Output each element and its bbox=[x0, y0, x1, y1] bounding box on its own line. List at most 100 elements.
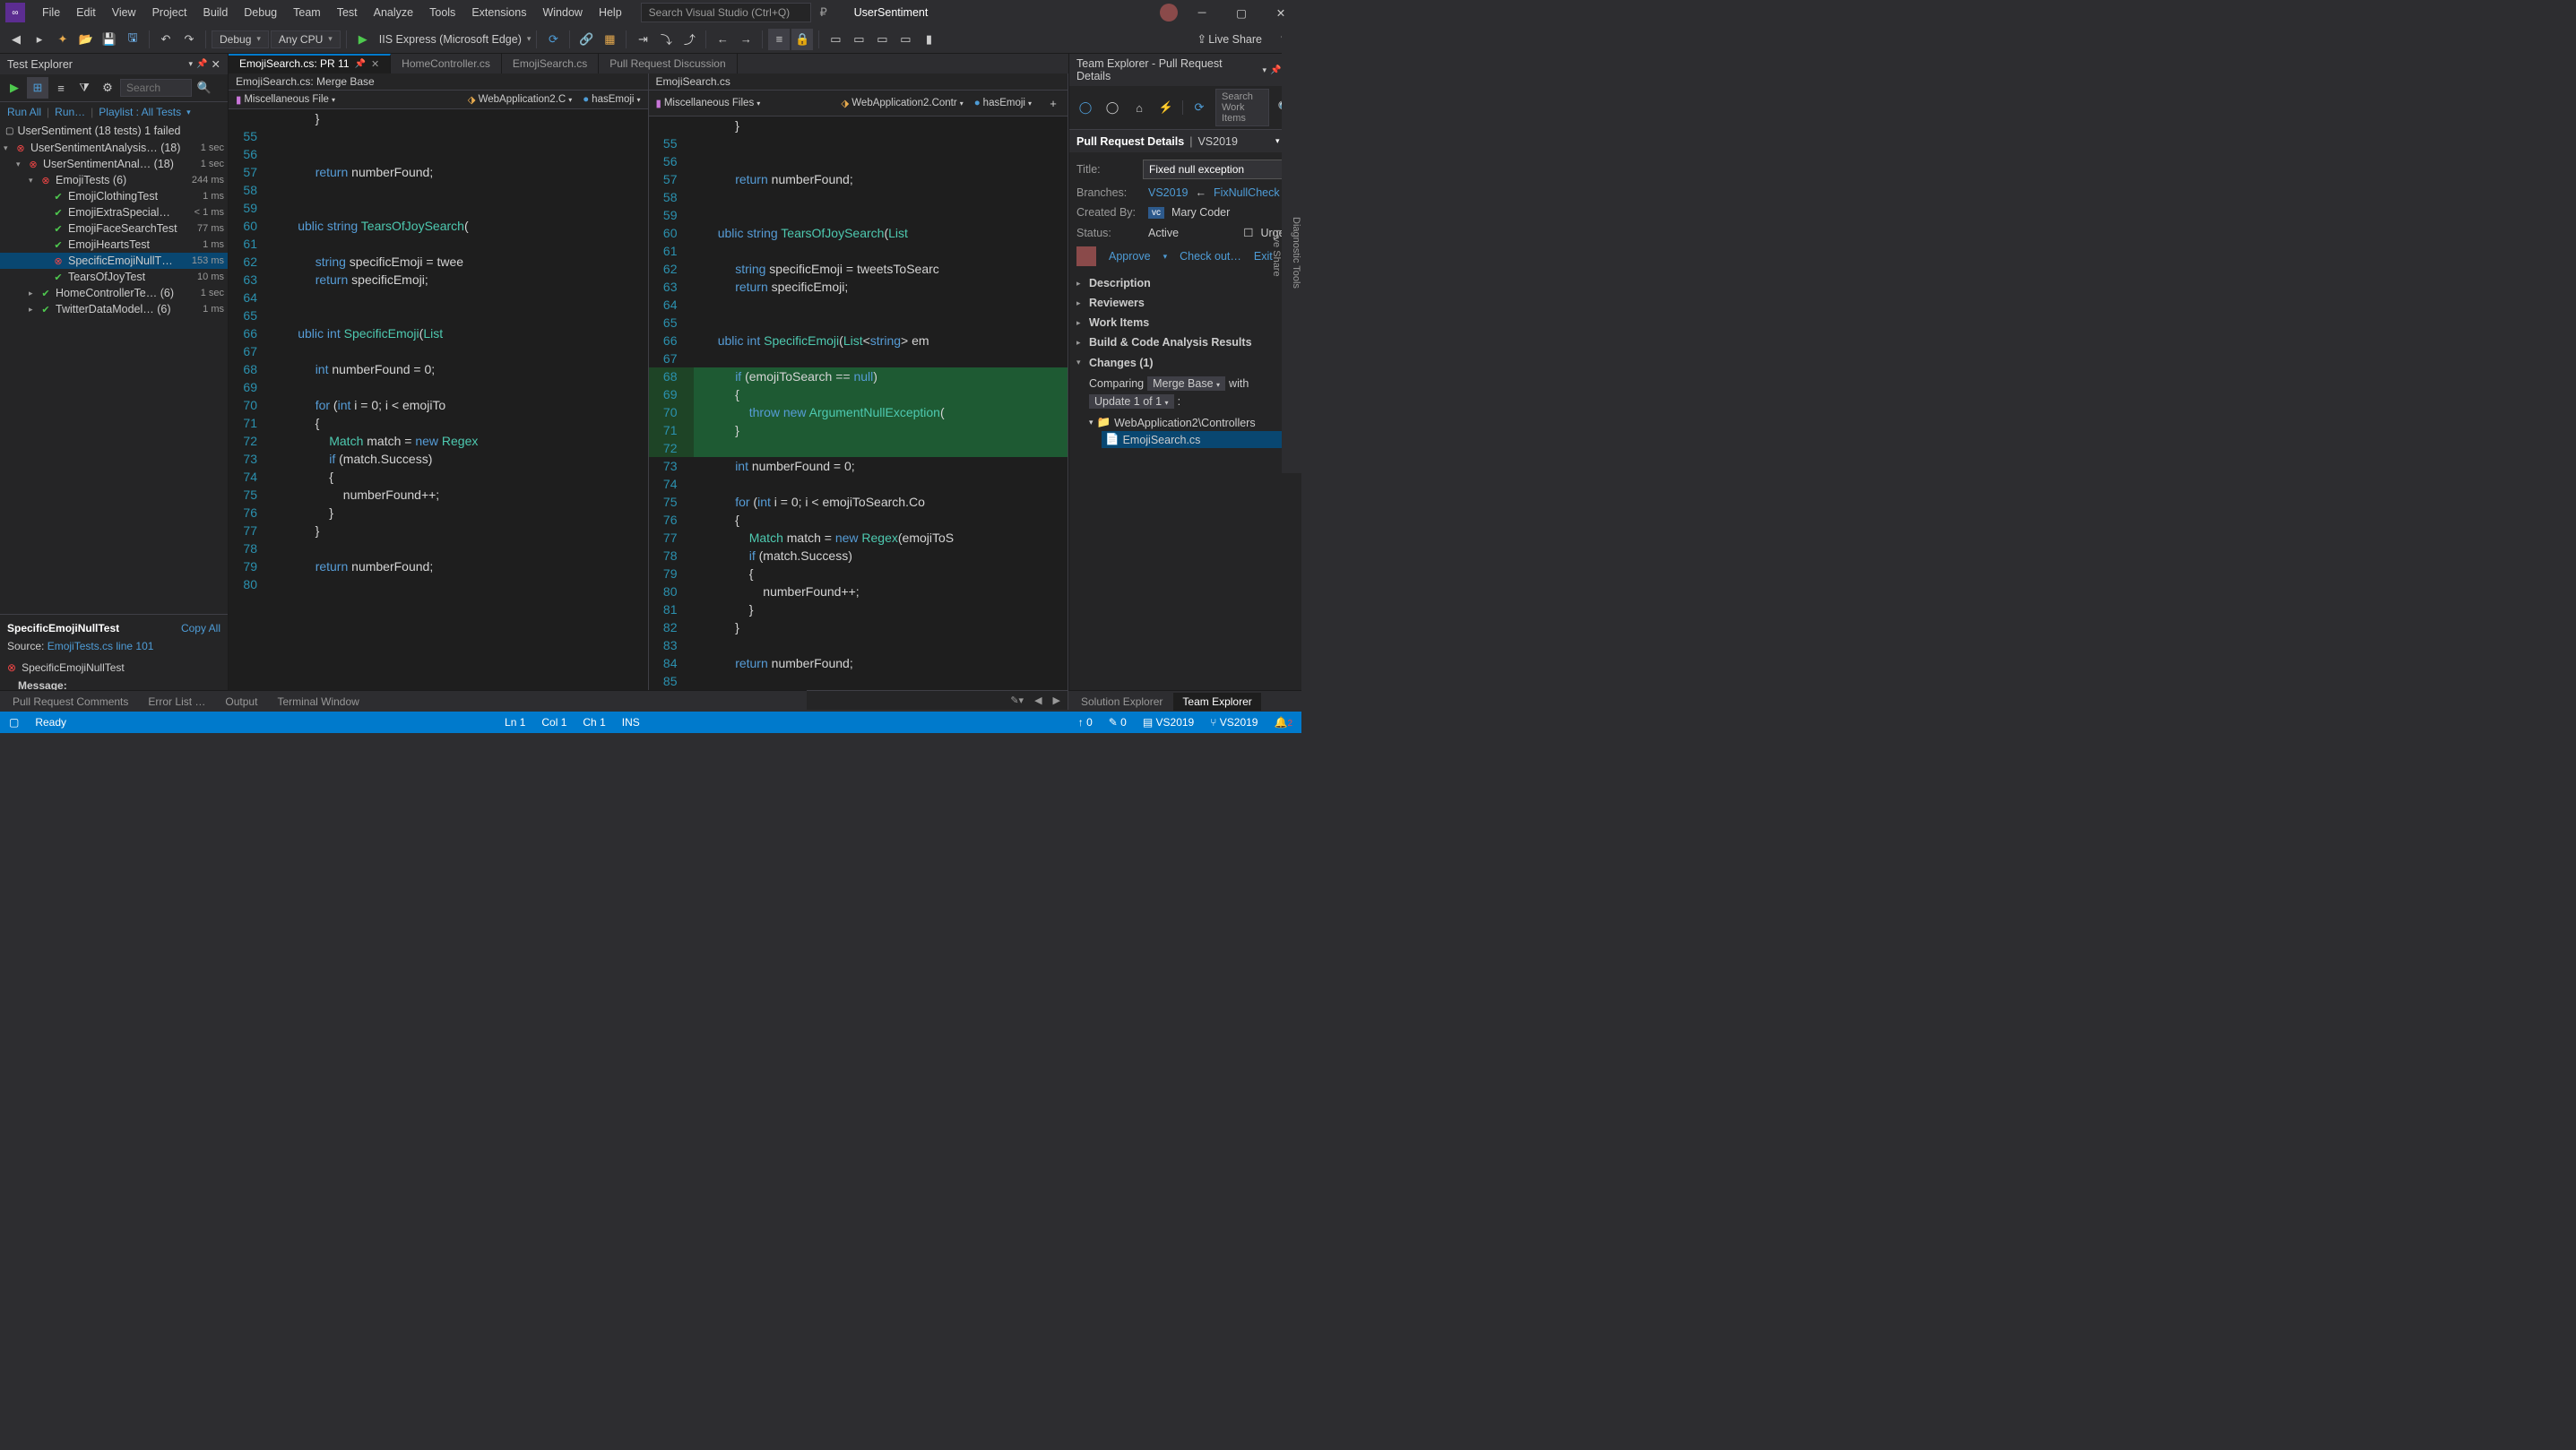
live-share-button[interactable]: Live Share bbox=[1208, 33, 1262, 46]
nav-member-right[interactable]: ●hasEmoji▾ bbox=[971, 97, 1035, 109]
changed-file[interactable]: 📄EmojiSearch.cs bbox=[1102, 431, 1294, 448]
status-line[interactable]: Ln 1 bbox=[505, 716, 525, 729]
copy-all-link[interactable]: Copy All bbox=[181, 622, 220, 634]
test-node[interactable]: ⊗SpecificEmojiNullT…153 ms bbox=[0, 253, 228, 269]
editor-tab[interactable]: EmojiSearch.cs: PR 11📌✕ bbox=[229, 54, 391, 73]
bottom-tab[interactable]: Output bbox=[216, 693, 266, 711]
diff-prev-icon[interactable]: ◀ bbox=[1034, 695, 1042, 706]
nav-class-right[interactable]: ⬗WebApplication2.Contr▾ bbox=[837, 96, 966, 110]
bottom-tab[interactable]: Pull Request Comments bbox=[4, 693, 137, 711]
code-left[interactable]: }555657 return numberFound;585960 ublic … bbox=[229, 109, 648, 690]
nav-back-icon[interactable]: ◀ bbox=[5, 29, 27, 50]
repo-indicator[interactable]: ▤ VS2019 bbox=[1143, 716, 1194, 729]
diagnostic-tools-tab[interactable]: Diagnostic Tools bbox=[1291, 217, 1301, 289]
refresh-icon[interactable]: ⟳ bbox=[542, 29, 564, 50]
src-branch-link[interactable]: VS2019 bbox=[1148, 186, 1188, 199]
test-node[interactable]: ▸✔TwitterDataModel… (6)1 ms bbox=[0, 301, 228, 317]
section-build-code-analysis-results[interactable]: ▸Build & Code Analysis Results bbox=[1076, 332, 1294, 352]
test-node[interactable]: ✔EmojiExtraSpecial…< 1 ms bbox=[0, 204, 228, 220]
save-icon[interactable]: 💾 bbox=[99, 29, 120, 50]
search-work-items-input[interactable]: Search Work Items bbox=[1215, 89, 1269, 126]
nav-class-left[interactable]: ⬗WebApplication2.C▾ bbox=[464, 92, 575, 107]
nav-right-icon[interactable]: → bbox=[735, 29, 756, 50]
playlist-icon[interactable]: ≡ bbox=[50, 77, 72, 99]
menu-tools[interactable]: Tools bbox=[421, 3, 463, 22]
editor-tab[interactable]: Pull Request Discussion bbox=[599, 54, 737, 73]
user-avatar[interactable] bbox=[1160, 4, 1178, 22]
folder-node[interactable]: ▾📁 WebApplication2\Controllers bbox=[1085, 414, 1294, 431]
run-link[interactable]: Run… bbox=[55, 106, 85, 118]
step-out-icon[interactable]: ⤴ bbox=[679, 29, 700, 50]
nav-project-left[interactable]: ▮Miscellaneous File▾ bbox=[232, 92, 339, 107]
test-node[interactable]: ✔EmojiFaceSearchTest77 ms bbox=[0, 220, 228, 237]
bottom-tab[interactable]: Solution Explorer bbox=[1072, 693, 1171, 711]
menu-extensions[interactable]: Extensions bbox=[463, 3, 534, 22]
section-work-items[interactable]: ▸Work Items bbox=[1076, 313, 1294, 332]
test-node[interactable]: ▾⊗UserSentimentAnalysis… (18)1 sec bbox=[0, 140, 228, 156]
open-icon[interactable]: 📂 bbox=[75, 29, 97, 50]
maximize-button[interactable]: ▢ bbox=[1226, 2, 1257, 23]
refresh-icon[interactable]: ⟳ bbox=[1189, 97, 1210, 118]
menu-team[interactable]: Team bbox=[285, 3, 329, 22]
browser-link-icon[interactable]: 🔗 bbox=[575, 29, 597, 50]
nav-member-left[interactable]: ●hasEmoji▾ bbox=[579, 93, 644, 106]
test-node[interactable]: ▾⊗UserSentimentAnal… (18)1 sec bbox=[0, 156, 228, 172]
diff-nav-icon[interactable]: ✎▾ bbox=[1010, 695, 1024, 706]
config-dropdown[interactable]: Debug bbox=[212, 30, 269, 48]
update-dropdown[interactable]: Update 1 of 1 ▾ bbox=[1089, 394, 1174, 409]
start-icon[interactable]: ▶ bbox=[352, 29, 374, 50]
editor-tab[interactable]: HomeController.cs bbox=[391, 54, 502, 73]
layout-icon[interactable]: ▦ bbox=[599, 29, 620, 50]
checkout-button[interactable]: Check out… bbox=[1180, 250, 1241, 263]
step-over-icon[interactable]: ⤵ bbox=[655, 29, 677, 50]
pin-icon[interactable]: 📌 bbox=[196, 59, 207, 69]
notifications-icon[interactable]: 🔔2 bbox=[1274, 716, 1292, 729]
test-search-input[interactable] bbox=[120, 79, 192, 97]
menu-analyze[interactable]: Analyze bbox=[366, 3, 421, 22]
menu-file[interactable]: File bbox=[34, 3, 68, 22]
bottom-tab[interactable]: Error List … bbox=[139, 693, 214, 711]
platform-dropdown[interactable]: Any CPU bbox=[271, 30, 341, 48]
step-into-icon[interactable]: ⇥ bbox=[632, 29, 653, 50]
redo-icon[interactable]: ↷ bbox=[178, 29, 200, 50]
live-share-icon[interactable]: ⇪ bbox=[1197, 32, 1206, 47]
section-reviewers[interactable]: ▸Reviewers bbox=[1076, 293, 1294, 313]
status-ins[interactable]: INS bbox=[622, 716, 640, 729]
branch-indicator[interactable]: ⑂ VS2019 bbox=[1210, 716, 1258, 729]
section-description[interactable]: ▸Description bbox=[1076, 273, 1294, 293]
live-share-tab[interactable]: Live Share bbox=[1271, 229, 1282, 277]
nav-fwd-icon[interactable]: ▸ bbox=[29, 29, 50, 50]
nav-project-right[interactable]: ▮Miscellaneous Files▾ bbox=[653, 96, 765, 110]
status-ch[interactable]: Ch 1 bbox=[583, 716, 605, 729]
new-project-icon[interactable]: ✦ bbox=[52, 29, 73, 50]
editor-tab[interactable]: EmojiSearch.cs bbox=[502, 54, 599, 73]
bottom-tab[interactable]: Team Explorer bbox=[1173, 693, 1260, 711]
group-by-icon[interactable]: ⊞ bbox=[27, 77, 48, 99]
settings-icon[interactable]: ⚙ bbox=[97, 77, 118, 99]
menu-help[interactable]: Help bbox=[591, 3, 630, 22]
bottom-tab[interactable]: Terminal Window bbox=[268, 693, 367, 711]
menu-test[interactable]: Test bbox=[329, 3, 366, 22]
urgent-checkbox[interactable]: ☐ bbox=[1243, 226, 1253, 239]
test-node[interactable]: ✔TearsOfJoyTest10 ms bbox=[0, 269, 228, 285]
forward-icon[interactable]: ◯ bbox=[1102, 97, 1123, 118]
code-right[interactable]: }555657 return numberFound;585960 ublic … bbox=[649, 117, 1068, 690]
search-icon[interactable]: ₽ bbox=[813, 2, 834, 23]
tbtn-misc1[interactable]: ▭ bbox=[825, 29, 846, 50]
sync-up-icon[interactable]: ↑ 0 bbox=[1078, 716, 1093, 729]
approve-button[interactable]: Approve bbox=[1109, 250, 1151, 263]
back-icon[interactable]: ◯ bbox=[1075, 97, 1096, 118]
tgt-branch-link[interactable]: FixNullCheck bbox=[1214, 186, 1280, 199]
compare-base-dropdown[interactable]: Merge Base ▾ bbox=[1147, 376, 1225, 391]
tbtn-misc2[interactable]: ▭ bbox=[848, 29, 869, 50]
pin-icon[interactable]: 📌 bbox=[1270, 65, 1281, 75]
tbtn-misc4[interactable]: ▭ bbox=[895, 29, 916, 50]
menu-view[interactable]: View bbox=[104, 3, 144, 22]
minimize-button[interactable]: ─ bbox=[1187, 2, 1217, 23]
quick-search-input[interactable]: Search Visual Studio (Ctrl+Q) bbox=[641, 3, 811, 22]
test-node[interactable]: ▾⊗EmojiTests (6)244 ms bbox=[0, 172, 228, 188]
add-icon[interactable]: + bbox=[1042, 92, 1064, 114]
menu-debug[interactable]: Debug bbox=[236, 3, 285, 22]
source-link[interactable]: EmojiTests.cs line 101 bbox=[48, 640, 154, 652]
test-node[interactable]: ✔EmojiClothingTest1 ms bbox=[0, 188, 228, 204]
